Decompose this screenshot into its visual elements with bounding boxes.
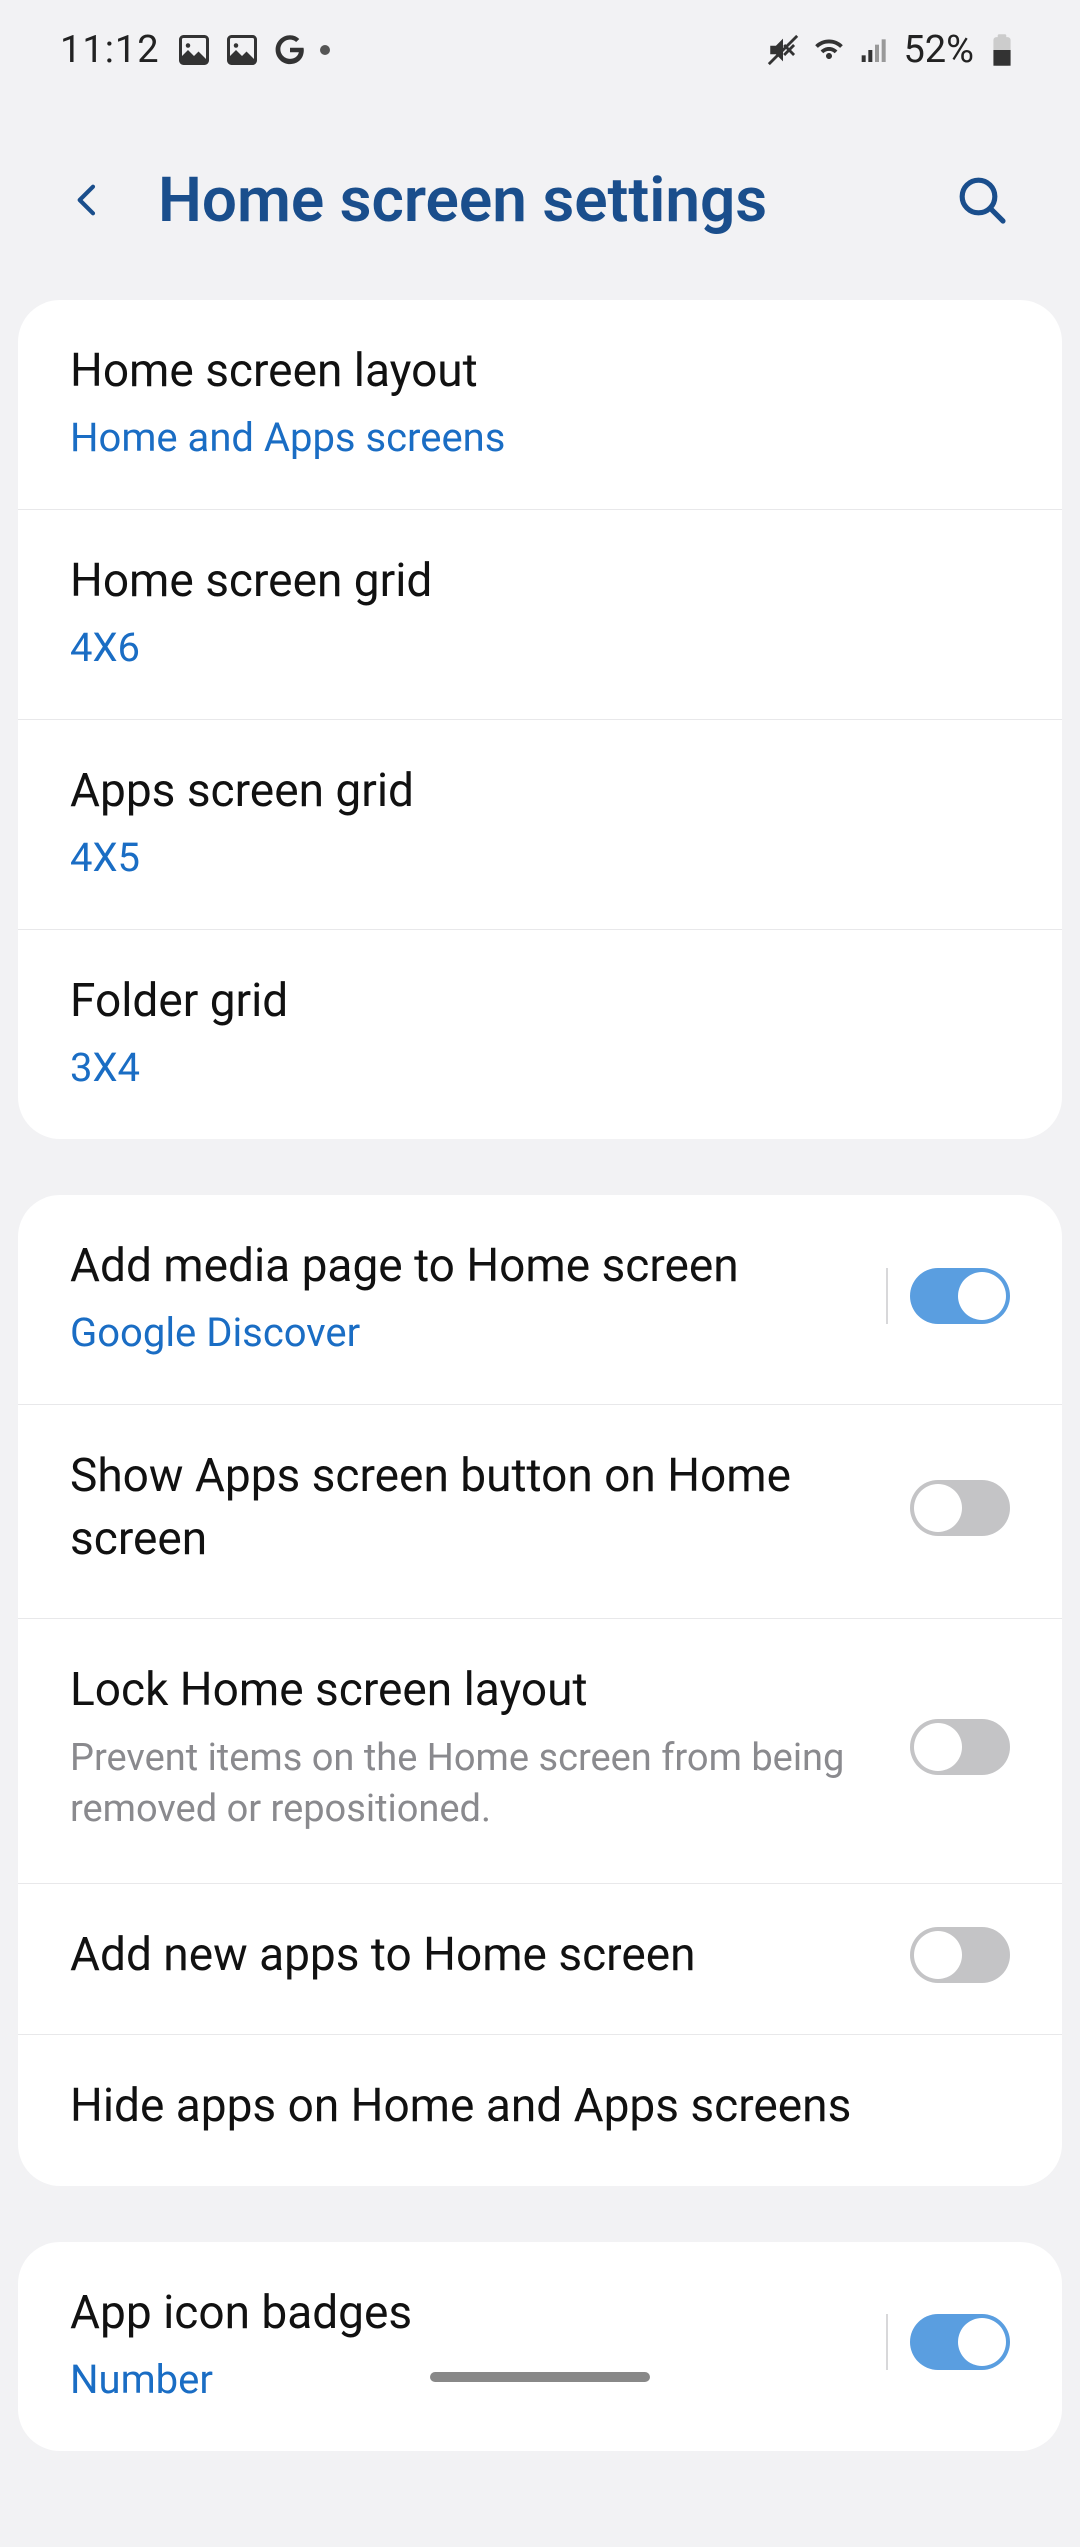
battery-pct-text: 52% — [903, 28, 974, 72]
battery-icon — [984, 32, 1020, 68]
setting-icon-badges[interactable]: App icon badges Number — [18, 2242, 1062, 2451]
setting-sub: 4X5 — [70, 834, 1010, 881]
google-icon — [272, 32, 308, 68]
setting-title: Hide apps on Home and Apps screens — [70, 2075, 1010, 2137]
image-icon — [176, 32, 212, 68]
toggle-media-page[interactable] — [910, 1268, 1010, 1324]
mute-icon — [765, 32, 801, 68]
search-button[interactable] — [952, 170, 1012, 230]
toggle-apps-button[interactable] — [910, 1480, 1010, 1536]
setting-sub: 4X6 — [70, 624, 1010, 671]
setting-add-new-apps[interactable]: Add new apps to Home screen — [18, 1884, 1062, 2035]
setting-home-grid[interactable]: Home screen grid 4X6 — [18, 510, 1062, 720]
setting-title: Lock Home screen layout — [70, 1659, 880, 1721]
image-icon — [224, 32, 260, 68]
setting-title: Home screen layout — [70, 340, 1010, 402]
status-left: 11:12 — [60, 28, 330, 72]
setting-folder-grid[interactable]: Folder grid 3X4 — [18, 930, 1062, 1139]
toggle-icon-badges[interactable] — [910, 2314, 1010, 2370]
page-title: Home screen settings — [158, 164, 902, 237]
status-right: 52% — [765, 28, 1020, 72]
status-time: 11:12 — [60, 28, 160, 72]
status-bar: 11:12 52% — [0, 0, 1080, 100]
setting-title: Show Apps screen button on Home screen — [70, 1445, 880, 1569]
setting-media-page[interactable]: Add media page to Home screen Google Dis… — [18, 1195, 1062, 1405]
setting-lock-layout[interactable]: Lock Home screen layout Prevent items on… — [18, 1619, 1062, 1885]
setting-sub: Home and Apps screens — [70, 414, 1010, 461]
more-notif-dot — [320, 45, 330, 55]
setting-apps-button[interactable]: Show Apps screen button on Home screen — [18, 1405, 1062, 1618]
setting-title: App icon badges — [70, 2282, 856, 2344]
setting-sub: Google Discover — [70, 1309, 856, 1356]
signal-icon — [857, 32, 893, 68]
setting-sub: 3X4 — [70, 1044, 1010, 1091]
setting-home-layout[interactable]: Home screen layout Home and Apps screens — [18, 300, 1062, 510]
search-icon — [954, 172, 1010, 228]
setting-title: Add media page to Home screen — [70, 1235, 856, 1297]
setting-title: Folder grid — [70, 970, 1010, 1032]
wifi-icon — [811, 32, 847, 68]
card-layout: Home screen layout Home and Apps screens… — [18, 300, 1062, 1139]
nav-indicator[interactable] — [430, 2372, 650, 2382]
setting-title: Apps screen grid — [70, 760, 1010, 822]
toggle-add-new-apps[interactable] — [910, 1927, 1010, 1983]
divider — [886, 1268, 888, 1324]
setting-hide-apps[interactable]: Hide apps on Home and Apps screens — [18, 2035, 1062, 2185]
back-button[interactable] — [68, 180, 108, 220]
setting-desc: Prevent items on the Home screen from be… — [70, 1733, 880, 1836]
card-options: Add media page to Home screen Google Dis… — [18, 1195, 1062, 2185]
status-notif-icons — [176, 32, 330, 68]
divider — [886, 2314, 888, 2370]
toggle-lock-layout[interactable] — [910, 1719, 1010, 1775]
card-badges: App icon badges Number — [18, 2242, 1062, 2451]
settings-content: Home screen layout Home and Apps screens… — [0, 300, 1080, 2547]
header: Home screen settings — [0, 100, 1080, 300]
setting-apps-grid[interactable]: Apps screen grid 4X5 — [18, 720, 1062, 930]
chevron-left-icon — [68, 172, 108, 228]
setting-title: Home screen grid — [70, 550, 1010, 612]
setting-title: Add new apps to Home screen — [70, 1924, 880, 1986]
